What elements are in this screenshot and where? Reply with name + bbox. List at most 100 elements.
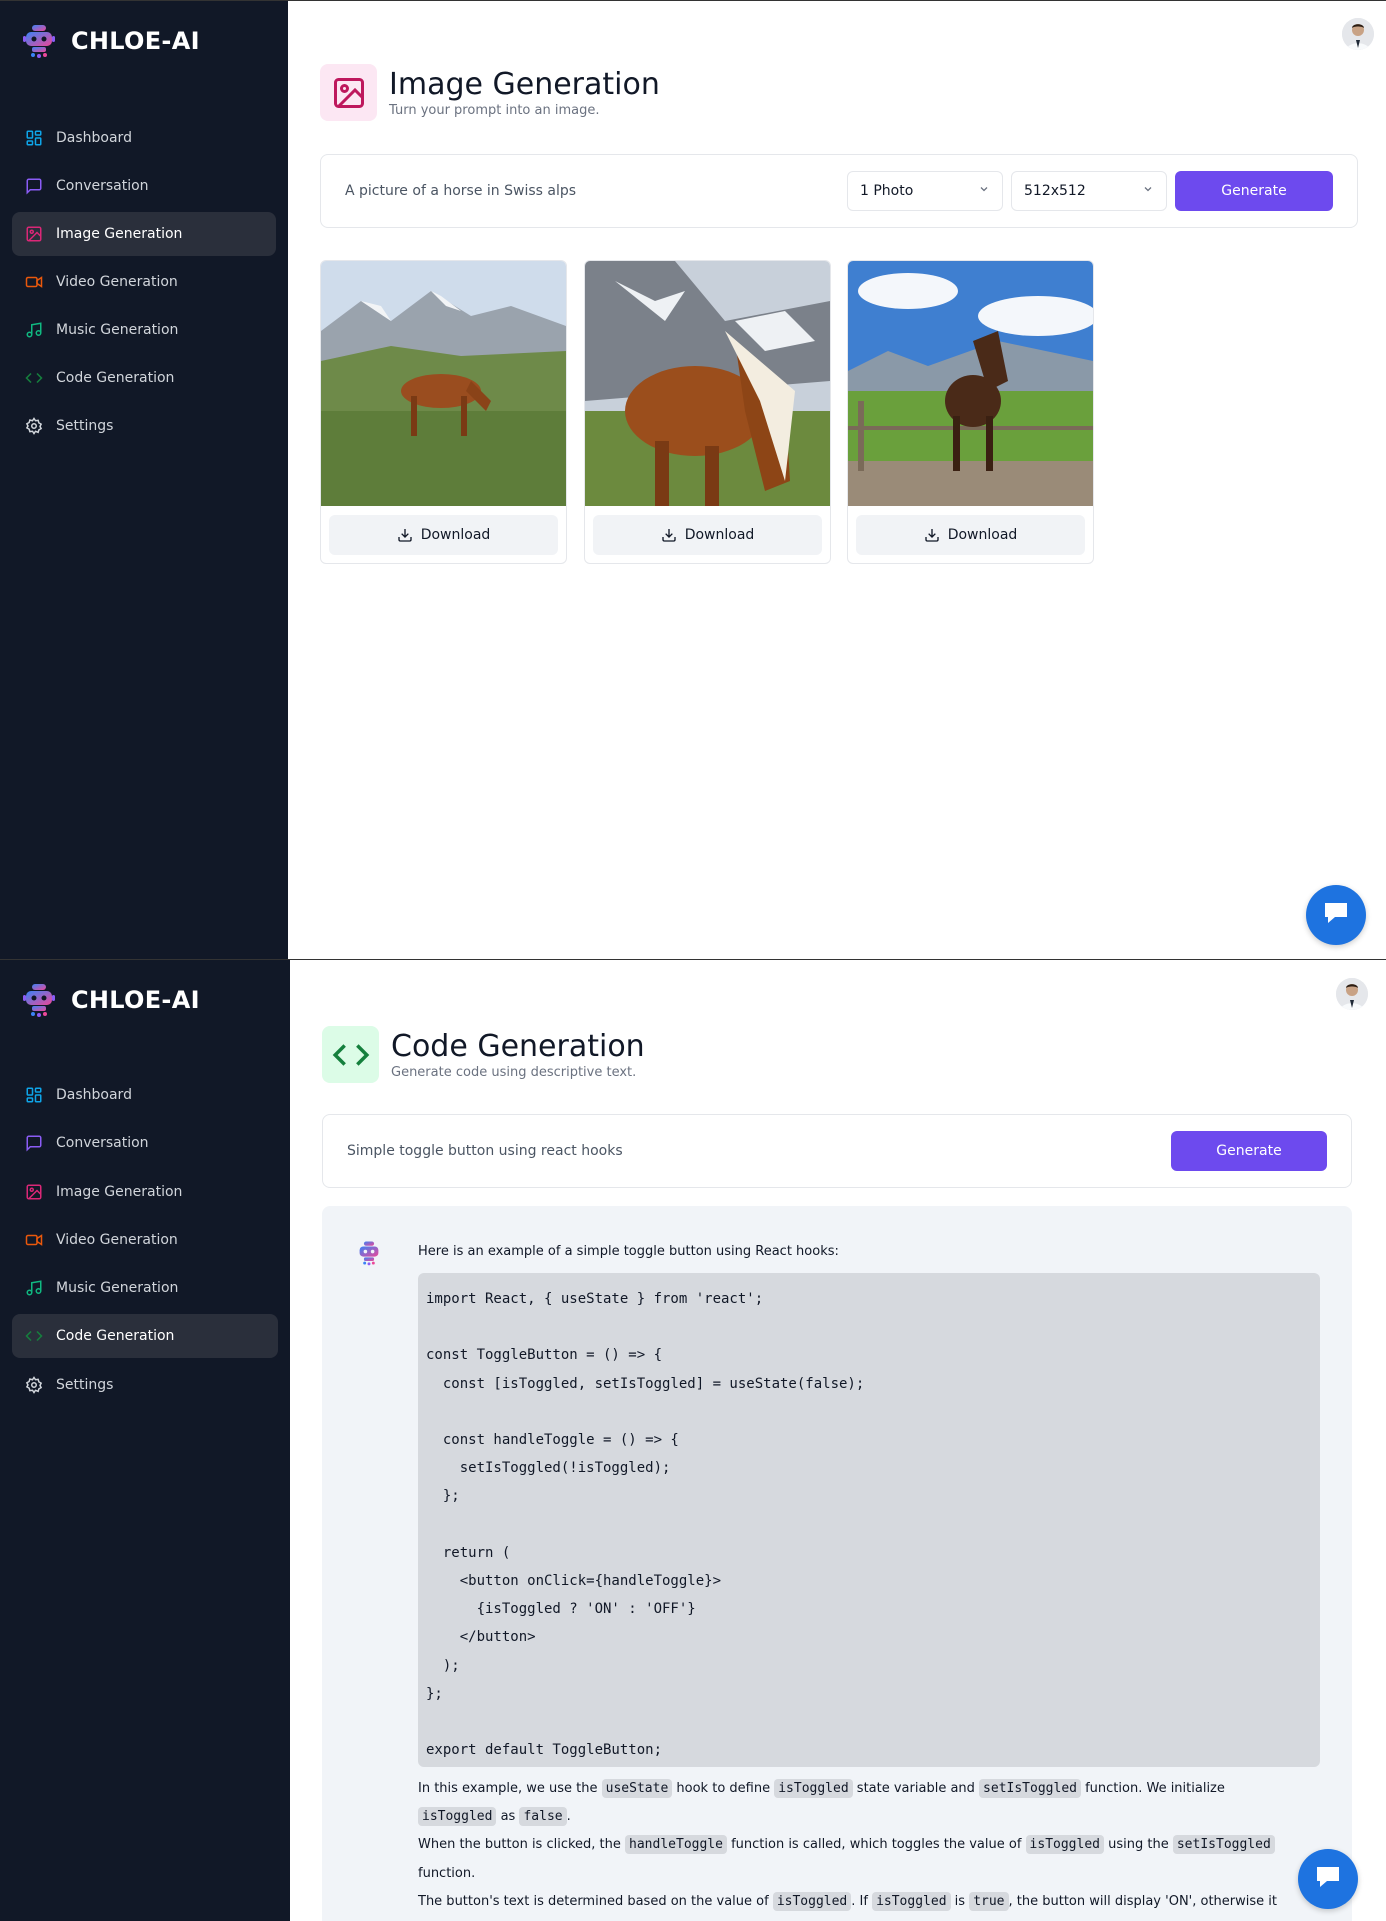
- text: function.: [418, 1865, 476, 1881]
- sidebar-item-label: Music Generation: [56, 322, 179, 338]
- sidebar-item-dashboard[interactable]: Dashboard: [12, 1073, 278, 1117]
- sidebar-item-dashboard[interactable]: Dashboard: [12, 116, 276, 160]
- sidebar-item-label: Conversation: [56, 178, 149, 194]
- sidebar-item-label: Settings: [56, 418, 114, 434]
- answer-explanation: In this example, we use the useState hoo…: [418, 1775, 1298, 1921]
- sidebar-item-code-generation[interactable]: Code Generation: [12, 1314, 278, 1359]
- chat-bubble-icon: [1321, 899, 1351, 931]
- sidebar-item-image-generation[interactable]: Image Generation: [12, 1170, 278, 1214]
- code-icon: [322, 1026, 379, 1083]
- chevron-down-icon: [1142, 183, 1154, 199]
- inline-code: isToggled: [418, 1807, 497, 1827]
- download-button[interactable]: Download: [329, 515, 558, 555]
- sidebar-item-conversation[interactable]: Conversation: [12, 164, 276, 208]
- chevron-down-icon: [978, 183, 990, 199]
- prompt-input[interactable]: [345, 183, 847, 199]
- sidebar-item-label: Music Generation: [56, 1280, 179, 1297]
- sidebar-nav: Dashboard Conversation Image Generation …: [12, 116, 276, 452]
- explanation-paragraph: The button's text is determined based on…: [418, 1888, 1298, 1921]
- chat-support-button[interactable]: [1298, 1849, 1358, 1909]
- text: . If: [851, 1893, 873, 1909]
- text: The button's text is determined based on…: [418, 1893, 773, 1909]
- sidebar-item-label: Settings: [56, 1376, 114, 1393]
- text: state variable and: [852, 1781, 980, 1796]
- layout-dashboard-icon: [24, 128, 44, 148]
- message-square-icon: [24, 1133, 44, 1153]
- generate-button[interactable]: Generate: [1171, 1131, 1327, 1171]
- code-generation-screen: CHLOE-AI Dashboard Conversation Image Ge…: [0, 959, 1386, 1921]
- user-avatar[interactable]: [1336, 978, 1368, 1010]
- user-avatar[interactable]: [1342, 18, 1374, 50]
- sidebar-item-video-generation[interactable]: Video Generation: [12, 260, 276, 304]
- inline-code: isToggled: [1025, 1835, 1104, 1855]
- image-result-card: Download: [847, 260, 1094, 564]
- sidebar-item-code-generation[interactable]: Code Generation: [12, 356, 276, 400]
- sidebar-item-label: Video Generation: [56, 1231, 178, 1248]
- sidebar-item-label: Code Generation: [56, 1328, 175, 1345]
- sidebar-item-video-generation[interactable]: Video Generation: [12, 1218, 278, 1262]
- code-icon: [24, 368, 44, 388]
- page-title: Code Generation: [391, 1028, 645, 1064]
- download-button[interactable]: Download: [856, 515, 1085, 555]
- text: .: [566, 1809, 571, 1825]
- prompt-input[interactable]: [347, 1143, 1171, 1159]
- sidebar-item-image-generation[interactable]: Image Generation: [12, 212, 276, 256]
- answer-intro: Here is an example of a simple toggle bu…: [418, 1244, 839, 1259]
- generated-image: [321, 261, 566, 506]
- text: hook to define: [672, 1781, 775, 1796]
- code-block: import React, { useState } from 'react';…: [418, 1273, 1320, 1767]
- chat-support-button[interactable]: [1306, 885, 1366, 945]
- inline-code: setIsToggled: [1172, 1835, 1275, 1855]
- sidebar-item-music-generation[interactable]: Music Generation: [12, 1266, 278, 1310]
- resolution-select-value: 512x512: [1024, 183, 1086, 199]
- amount-select-value: 1 Photo: [860, 183, 914, 199]
- brand-name: CHLOE-AI: [71, 986, 200, 1014]
- text: When the button is clicked, the: [418, 1837, 626, 1853]
- image-generation-screen: CHLOE-AI Dashboard Conversation Image Ge…: [0, 0, 1386, 959]
- sidebar-nav: Dashboard Conversation Image Generation …: [12, 1073, 278, 1411]
- text: function is called, which toggles the va…: [726, 1837, 1026, 1853]
- image-icon: [320, 64, 377, 121]
- explanation-paragraph: In this example, we use the useState hoo…: [418, 1775, 1298, 1831]
- video-icon: [24, 1230, 44, 1250]
- inline-code: handleToggle: [625, 1835, 727, 1855]
- resolution-select[interactable]: 512x512: [1011, 171, 1167, 211]
- image-icon: [24, 1182, 44, 1202]
- download-button[interactable]: Download: [593, 515, 822, 555]
- video-icon: [24, 272, 44, 292]
- download-label: Download: [947, 527, 1018, 543]
- generated-image: [848, 261, 1093, 506]
- page-title: Image Generation: [389, 66, 660, 102]
- sidebar-item-conversation[interactable]: Conversation: [12, 1121, 278, 1165]
- sidebar: CHLOE-AI Dashboard Conversation Image Ge…: [0, 960, 290, 1921]
- sidebar-item-music-generation[interactable]: Music Generation: [12, 308, 276, 352]
- image-icon: [24, 224, 44, 244]
- sidebar: CHLOE-AI Dashboard Conversation Image Ge…: [0, 1, 288, 959]
- inline-code: false: [519, 1807, 567, 1827]
- layout-dashboard-icon: [24, 1085, 44, 1105]
- brand[interactable]: CHLOE-AI: [22, 982, 200, 1018]
- robot-logo-icon: [22, 23, 56, 59]
- inline-code: useState: [601, 1779, 673, 1798]
- sidebar-item-label: Dashboard: [56, 130, 132, 146]
- inline-code: isToggled: [772, 1891, 852, 1911]
- text: function. We initialize: [1080, 1781, 1225, 1796]
- code-icon: [24, 1326, 44, 1346]
- page-subtitle: Generate code using descriptive text.: [391, 1064, 637, 1080]
- sidebar-item-settings[interactable]: Settings: [12, 1363, 278, 1407]
- generate-button[interactable]: Generate: [1175, 171, 1333, 211]
- sidebar-item-label: Image Generation: [56, 226, 183, 242]
- inline-code: isToggled: [872, 1891, 951, 1911]
- generated-image: [585, 261, 830, 506]
- chat-bubble-icon: [1313, 1863, 1343, 1895]
- page-header: Image Generation Turn your prompt into a…: [320, 64, 660, 121]
- image-result-card: Download: [320, 260, 567, 564]
- sidebar-item-settings[interactable]: Settings: [12, 404, 276, 448]
- amount-select[interactable]: 1 Photo: [847, 171, 1003, 211]
- assistant-answer: Here is an example of a simple toggle bu…: [322, 1206, 1352, 1921]
- message-square-icon: [24, 176, 44, 196]
- download-icon: [661, 527, 677, 543]
- brand[interactable]: CHLOE-AI: [22, 23, 200, 59]
- page-subtitle: Turn your prompt into an image.: [389, 102, 600, 118]
- robot-avatar-icon: [356, 1240, 382, 1266]
